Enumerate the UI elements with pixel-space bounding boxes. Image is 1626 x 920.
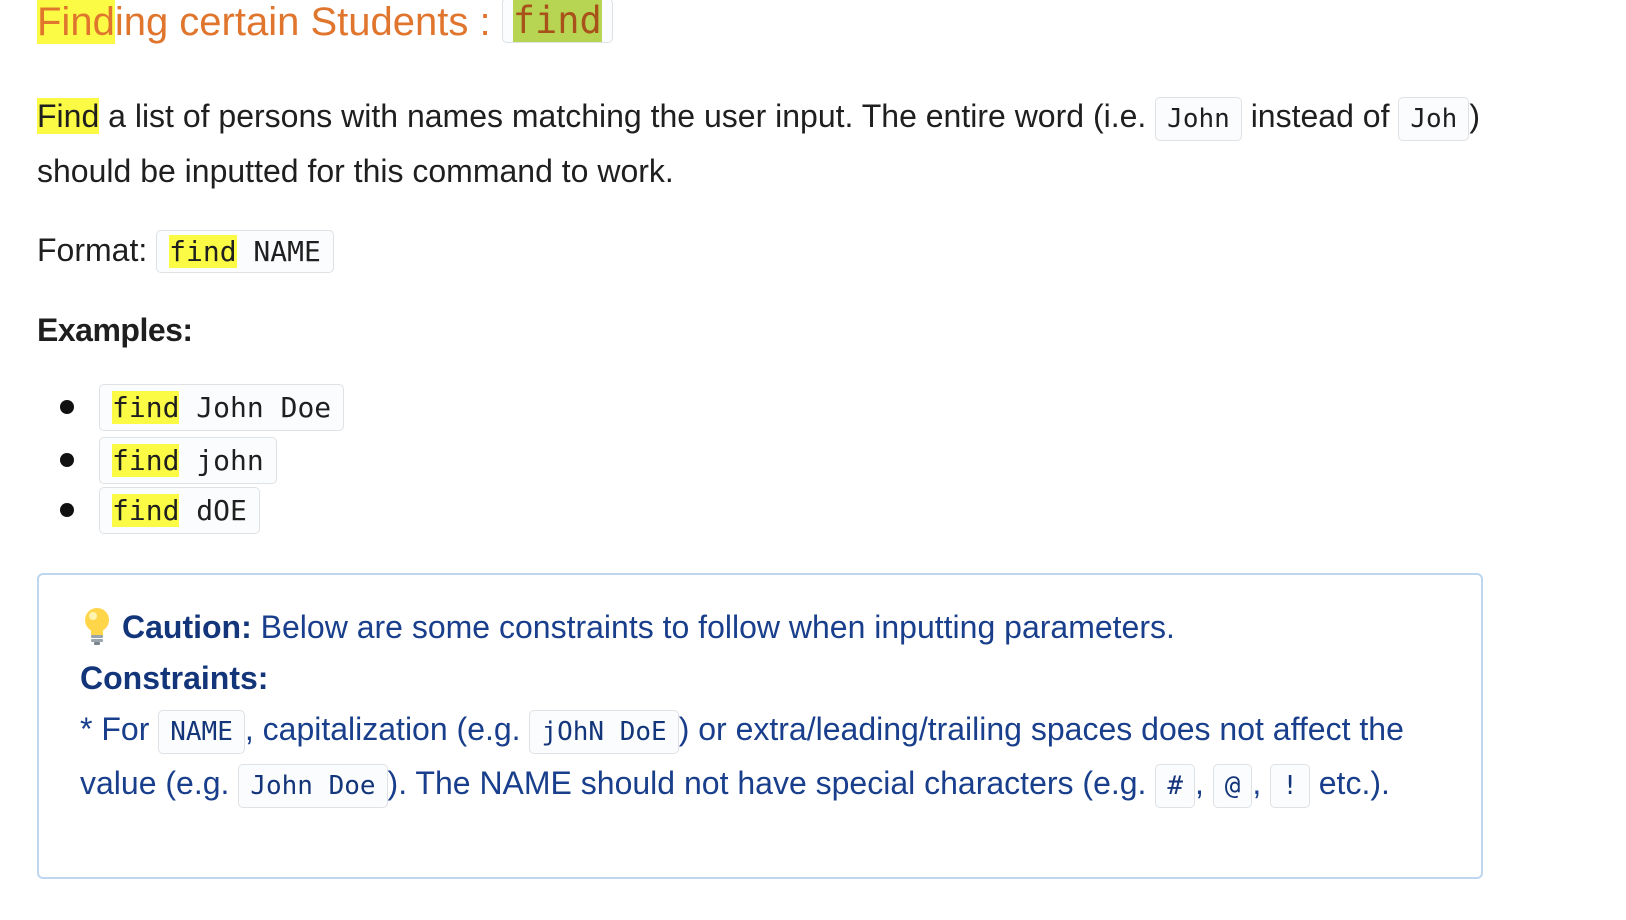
example-command: find (112, 444, 180, 477)
description-code-joh: Joh (1398, 97, 1470, 141)
bullet-icon (60, 503, 74, 517)
example-args: John Doe (179, 391, 332, 424)
title-highlight: Find (37, 0, 115, 44)
callout-body: Caution: Below are some constraints to f… (80, 602, 1470, 812)
code-bang: ! (1270, 764, 1310, 808)
constraints-heading: Constraints: (80, 653, 1470, 704)
example-command: find (112, 494, 180, 527)
code-caps-example: jOhN DoE (529, 710, 679, 754)
constraint-text-4: ). The NAME should not have special char… (387, 765, 1156, 801)
code-john-doe: John Doe (238, 764, 388, 808)
description-code-john: John (1155, 97, 1242, 141)
title-command: find (512, 0, 602, 42)
code-at: @ (1212, 764, 1253, 808)
description-text-1: a list of persons with names matching th… (99, 98, 1156, 134)
description-highlight: Find (37, 98, 100, 134)
constraint-text-5: etc.). (1309, 765, 1390, 801)
code-name: NAME (158, 710, 245, 754)
format-line: Format: find NAME (37, 228, 334, 274)
lightbulb-icon (85, 607, 109, 645)
separator: , (1252, 765, 1271, 801)
description-paragraph: Find a list of persons with names matchi… (37, 90, 1557, 197)
example-code: find john (99, 437, 277, 484)
constraints-label: Constraints: (80, 660, 269, 696)
caution-text: Below are some constraints to follow whe… (251, 609, 1175, 645)
format-argument: NAME (236, 235, 321, 268)
caution-label: Caution: (122, 609, 252, 645)
title-command-code: find (501, 0, 613, 43)
list-item: find John Doe (60, 384, 345, 431)
example-code: find John Doe (99, 384, 345, 431)
example-code: find dOE (99, 487, 260, 534)
caution-line: Caution: Below are some constraints to f… (80, 602, 1470, 653)
constraint-text-2: , capitalization (e.g. (244, 711, 530, 747)
example-args: dOE (179, 494, 247, 527)
description-text-2: instead of (1241, 98, 1399, 134)
list-item: find john (60, 437, 277, 484)
title-text: ing certain Students : (114, 0, 502, 44)
bullet-icon (60, 400, 74, 414)
format-label: Format: (37, 232, 157, 268)
page-title: Finding certain Students : find (37, 0, 613, 45)
example-command: find (112, 391, 180, 424)
separator: , (1194, 765, 1213, 801)
list-item: find dOE (60, 487, 260, 534)
code-hash: # (1155, 764, 1195, 808)
example-args: john (179, 444, 264, 477)
examples-heading: Examples: (37, 312, 193, 348)
constraints-text: * For NAME, capitalization (e.g. jOhN Do… (80, 704, 1470, 812)
format-code: find NAME (156, 230, 334, 273)
constraint-text-1: * For (80, 711, 159, 747)
format-command: find (169, 235, 237, 268)
bullet-icon (60, 453, 74, 467)
